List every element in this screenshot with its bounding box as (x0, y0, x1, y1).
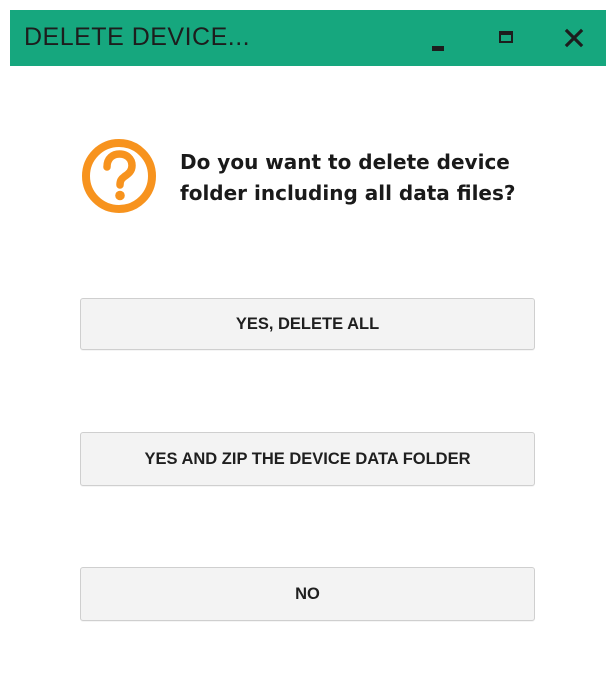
yes-zip-folder-button[interactable]: YES AND ZIP THE DEVICE DATA FOLDER (80, 432, 535, 486)
confirmation-message: Do you want to delete device folder incl… (180, 150, 516, 205)
yes-delete-all-button[interactable]: YES, DELETE ALL (80, 298, 535, 350)
delete-device-dialog: DELETE DEVICE... Do you want to delete d… (0, 0, 606, 699)
no-button[interactable]: NO (80, 567, 535, 621)
window-title: DELETE DEVICE... (24, 23, 251, 51)
maximize-button[interactable] (486, 20, 526, 56)
minimize-button[interactable] (418, 20, 458, 56)
close-button[interactable] (554, 20, 594, 56)
question-circle-icon (82, 139, 156, 213)
title-bar[interactable]: DELETE DEVICE... (10, 10, 606, 66)
maximize-icon (499, 31, 513, 43)
minimize-icon (432, 46, 444, 51)
close-icon (564, 28, 584, 48)
